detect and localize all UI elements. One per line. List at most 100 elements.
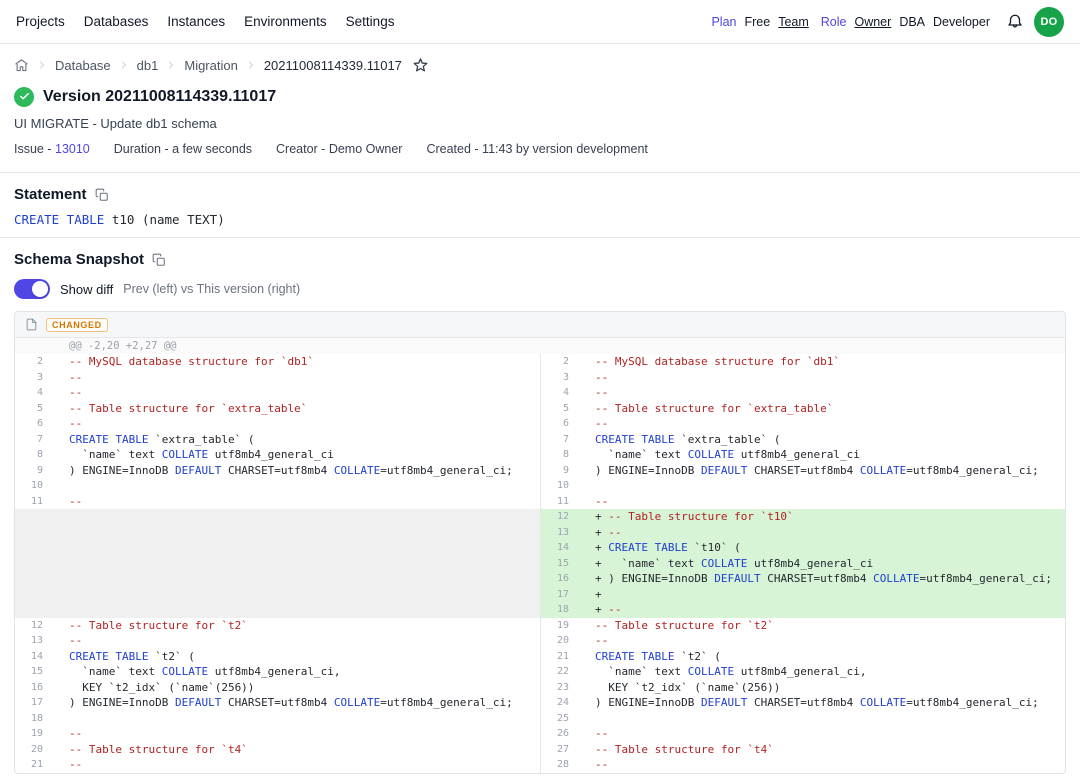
- diff-line: 14CREATE TABLE `t2` (: [15, 649, 540, 665]
- diff-line: [15, 602, 540, 618]
- divider: [0, 237, 1080, 238]
- version-meta: Issue - 13010 Duration - a few seconds C…: [0, 142, 1080, 158]
- diff-line: 3--: [541, 370, 1065, 386]
- notification-bell-icon[interactable]: [1006, 13, 1024, 31]
- snapshot-section-heading: Schema Snapshot: [0, 250, 1080, 269]
- diff-pane-left[interactable]: 2-- MySQL database structure for `db1`3-…: [15, 354, 540, 773]
- diff-line: 26--: [541, 726, 1065, 742]
- role-option-developer[interactable]: Developer: [933, 15, 990, 29]
- role-option-owner[interactable]: Owner: [854, 15, 891, 29]
- diff-line: 11--: [541, 494, 1065, 510]
- chevron-right-icon: [245, 59, 257, 71]
- diff-line: 2-- MySQL database structure for `db1`: [15, 354, 540, 370]
- diff-line: 21CREATE TABLE `t2` (: [541, 649, 1065, 665]
- diff-line: 10: [15, 478, 540, 494]
- diff-header-bar: CHANGED: [15, 312, 1065, 338]
- meta-issue: Issue - 13010: [14, 142, 90, 158]
- diff-line: 16 KEY `t2_idx` (`name`(256)): [15, 680, 540, 696]
- breadcrumb-db1[interactable]: db1: [137, 58, 159, 73]
- diff-line: 9) ENGINE=InnoDB DEFAULT CHARSET=utf8mb4…: [15, 463, 540, 479]
- breadcrumb-migration[interactable]: Migration: [184, 58, 237, 73]
- diff-line: 9) ENGINE=InnoDB DEFAULT CHARSET=utf8mb4…: [541, 463, 1065, 479]
- avatar[interactable]: DO: [1034, 7, 1064, 37]
- diff-line: 27-- Table structure for `t4`: [541, 742, 1065, 758]
- plan-option-team[interactable]: Team: [778, 15, 809, 29]
- nav-item-instances[interactable]: Instances: [167, 14, 225, 29]
- diff-line: 19--: [15, 726, 540, 742]
- diff-line: 10: [541, 478, 1065, 494]
- statement-section-heading: Statement: [0, 185, 1080, 204]
- copy-snapshot-icon[interactable]: [152, 253, 166, 267]
- diff-line: 5-- Table structure for `extra_table`: [541, 401, 1065, 417]
- nav-item-settings[interactable]: Settings: [346, 14, 395, 29]
- diff-line: 17+: [541, 587, 1065, 603]
- diff-line: 13--: [15, 633, 540, 649]
- diff-pane-right[interactable]: 2-- MySQL database structure for `db1`3-…: [540, 354, 1065, 773]
- role-switcher: Role Owner DBA Developer: [821, 15, 990, 29]
- document-icon: [25, 318, 38, 331]
- schema-diff-viewer: CHANGED @@ -2,20 +2,27 @@ 2-- MySQL data…: [14, 311, 1066, 774]
- diff-line: 16+ ) ENGINE=InnoDB DEFAULT CHARSET=utf8…: [541, 571, 1065, 587]
- diff-line: 7CREATE TABLE `extra_table` (: [541, 432, 1065, 448]
- diff-line: [15, 540, 540, 556]
- meta-duration: Duration - a few seconds: [114, 142, 252, 158]
- success-check-icon: [14, 87, 34, 107]
- version-header: Version 20211008114339.11017: [0, 86, 1080, 107]
- statement-heading-label: Statement: [14, 186, 87, 203]
- nav-right: Plan Free Team Role Owner DBA Developer …: [711, 7, 1064, 37]
- meta-created: Created - 11:43 by version development: [426, 142, 647, 158]
- plan-option-free[interactable]: Free: [744, 15, 770, 29]
- diff-line: 15+ `name` text COLLATE utf8mb4_general_…: [541, 556, 1065, 572]
- diff-line: 15 `name` text COLLATE utf8mb4_general_c…: [15, 664, 540, 680]
- diff-line: 12+ -- Table structure for `t10`: [541, 509, 1065, 525]
- top-navbar: Projects Databases Instances Environment…: [0, 0, 1080, 44]
- diff-line: 13+ --: [541, 525, 1065, 541]
- diff-line: 4--: [15, 385, 540, 401]
- diff-line: [15, 525, 540, 541]
- chevron-right-icon: [165, 59, 177, 71]
- diff-toggle-row: Show diff Prev (left) vs This version (r…: [0, 278, 1080, 300]
- star-icon[interactable]: [413, 58, 428, 73]
- plan-switcher: Plan Free Team: [711, 15, 808, 29]
- diff-line: 18+ --: [541, 602, 1065, 618]
- chevron-right-icon: [118, 59, 130, 71]
- nav-item-projects[interactable]: Projects: [16, 14, 65, 29]
- diff-line: 19-- Table structure for `t2`: [541, 618, 1065, 634]
- breadcrumb: Database db1 Migration 20211008114339.11…: [0, 56, 1080, 74]
- diff-line: 4--: [541, 385, 1065, 401]
- divider: [0, 172, 1080, 173]
- issue-link[interactable]: 13010: [55, 142, 90, 156]
- breadcrumb-version[interactable]: 20211008114339.11017: [264, 58, 402, 73]
- statement-sql: CREATE TABLE t10 (name TEXT): [0, 212, 1080, 237]
- nav-item-databases[interactable]: Databases: [84, 14, 149, 29]
- page-title: Version 20211008114339.11017: [43, 88, 276, 106]
- diff-line: 6--: [15, 416, 540, 432]
- diff-line: 24) ENGINE=InnoDB DEFAULT CHARSET=utf8mb…: [541, 695, 1065, 711]
- breadcrumb-database[interactable]: Database: [55, 58, 111, 73]
- diff-line: 12-- Table structure for `t2`: [15, 618, 540, 634]
- diff-line: 5-- Table structure for `extra_table`: [15, 401, 540, 417]
- version-subtitle: UI MIGRATE - Update db1 schema: [0, 116, 1080, 132]
- nav-item-environments[interactable]: Environments: [244, 14, 327, 29]
- copy-statement-icon[interactable]: [95, 188, 109, 202]
- diff-line: 8 `name` text COLLATE utf8mb4_general_ci: [15, 447, 540, 463]
- sql-keyword: CREATE TABLE: [14, 212, 104, 227]
- diff-line: 21--: [15, 757, 540, 773]
- show-diff-toggle[interactable]: [14, 279, 50, 299]
- diff-line: 22 `name` text COLLATE utf8mb4_general_c…: [541, 664, 1065, 680]
- changed-badge: CHANGED: [46, 318, 108, 332]
- diff-line: 14+ CREATE TABLE `t10` (: [541, 540, 1065, 556]
- diff-line: 25: [541, 711, 1065, 727]
- diff-hunk-header: @@ -2,20 +2,27 @@: [15, 338, 1065, 354]
- diff-line: 28--: [541, 757, 1065, 773]
- home-icon[interactable]: [14, 58, 29, 73]
- sql-text: t10 (name TEXT): [104, 212, 224, 227]
- show-diff-label: Show diff: [60, 282, 113, 297]
- diff-line: 18: [15, 711, 540, 727]
- diff-line: [15, 556, 540, 572]
- role-option-dba[interactable]: DBA: [899, 15, 925, 29]
- diff-line: 20-- Table structure for `t4`: [15, 742, 540, 758]
- chevron-right-icon: [36, 59, 48, 71]
- role-label: Role: [821, 15, 847, 29]
- main-nav: Projects Databases Instances Environment…: [16, 14, 394, 29]
